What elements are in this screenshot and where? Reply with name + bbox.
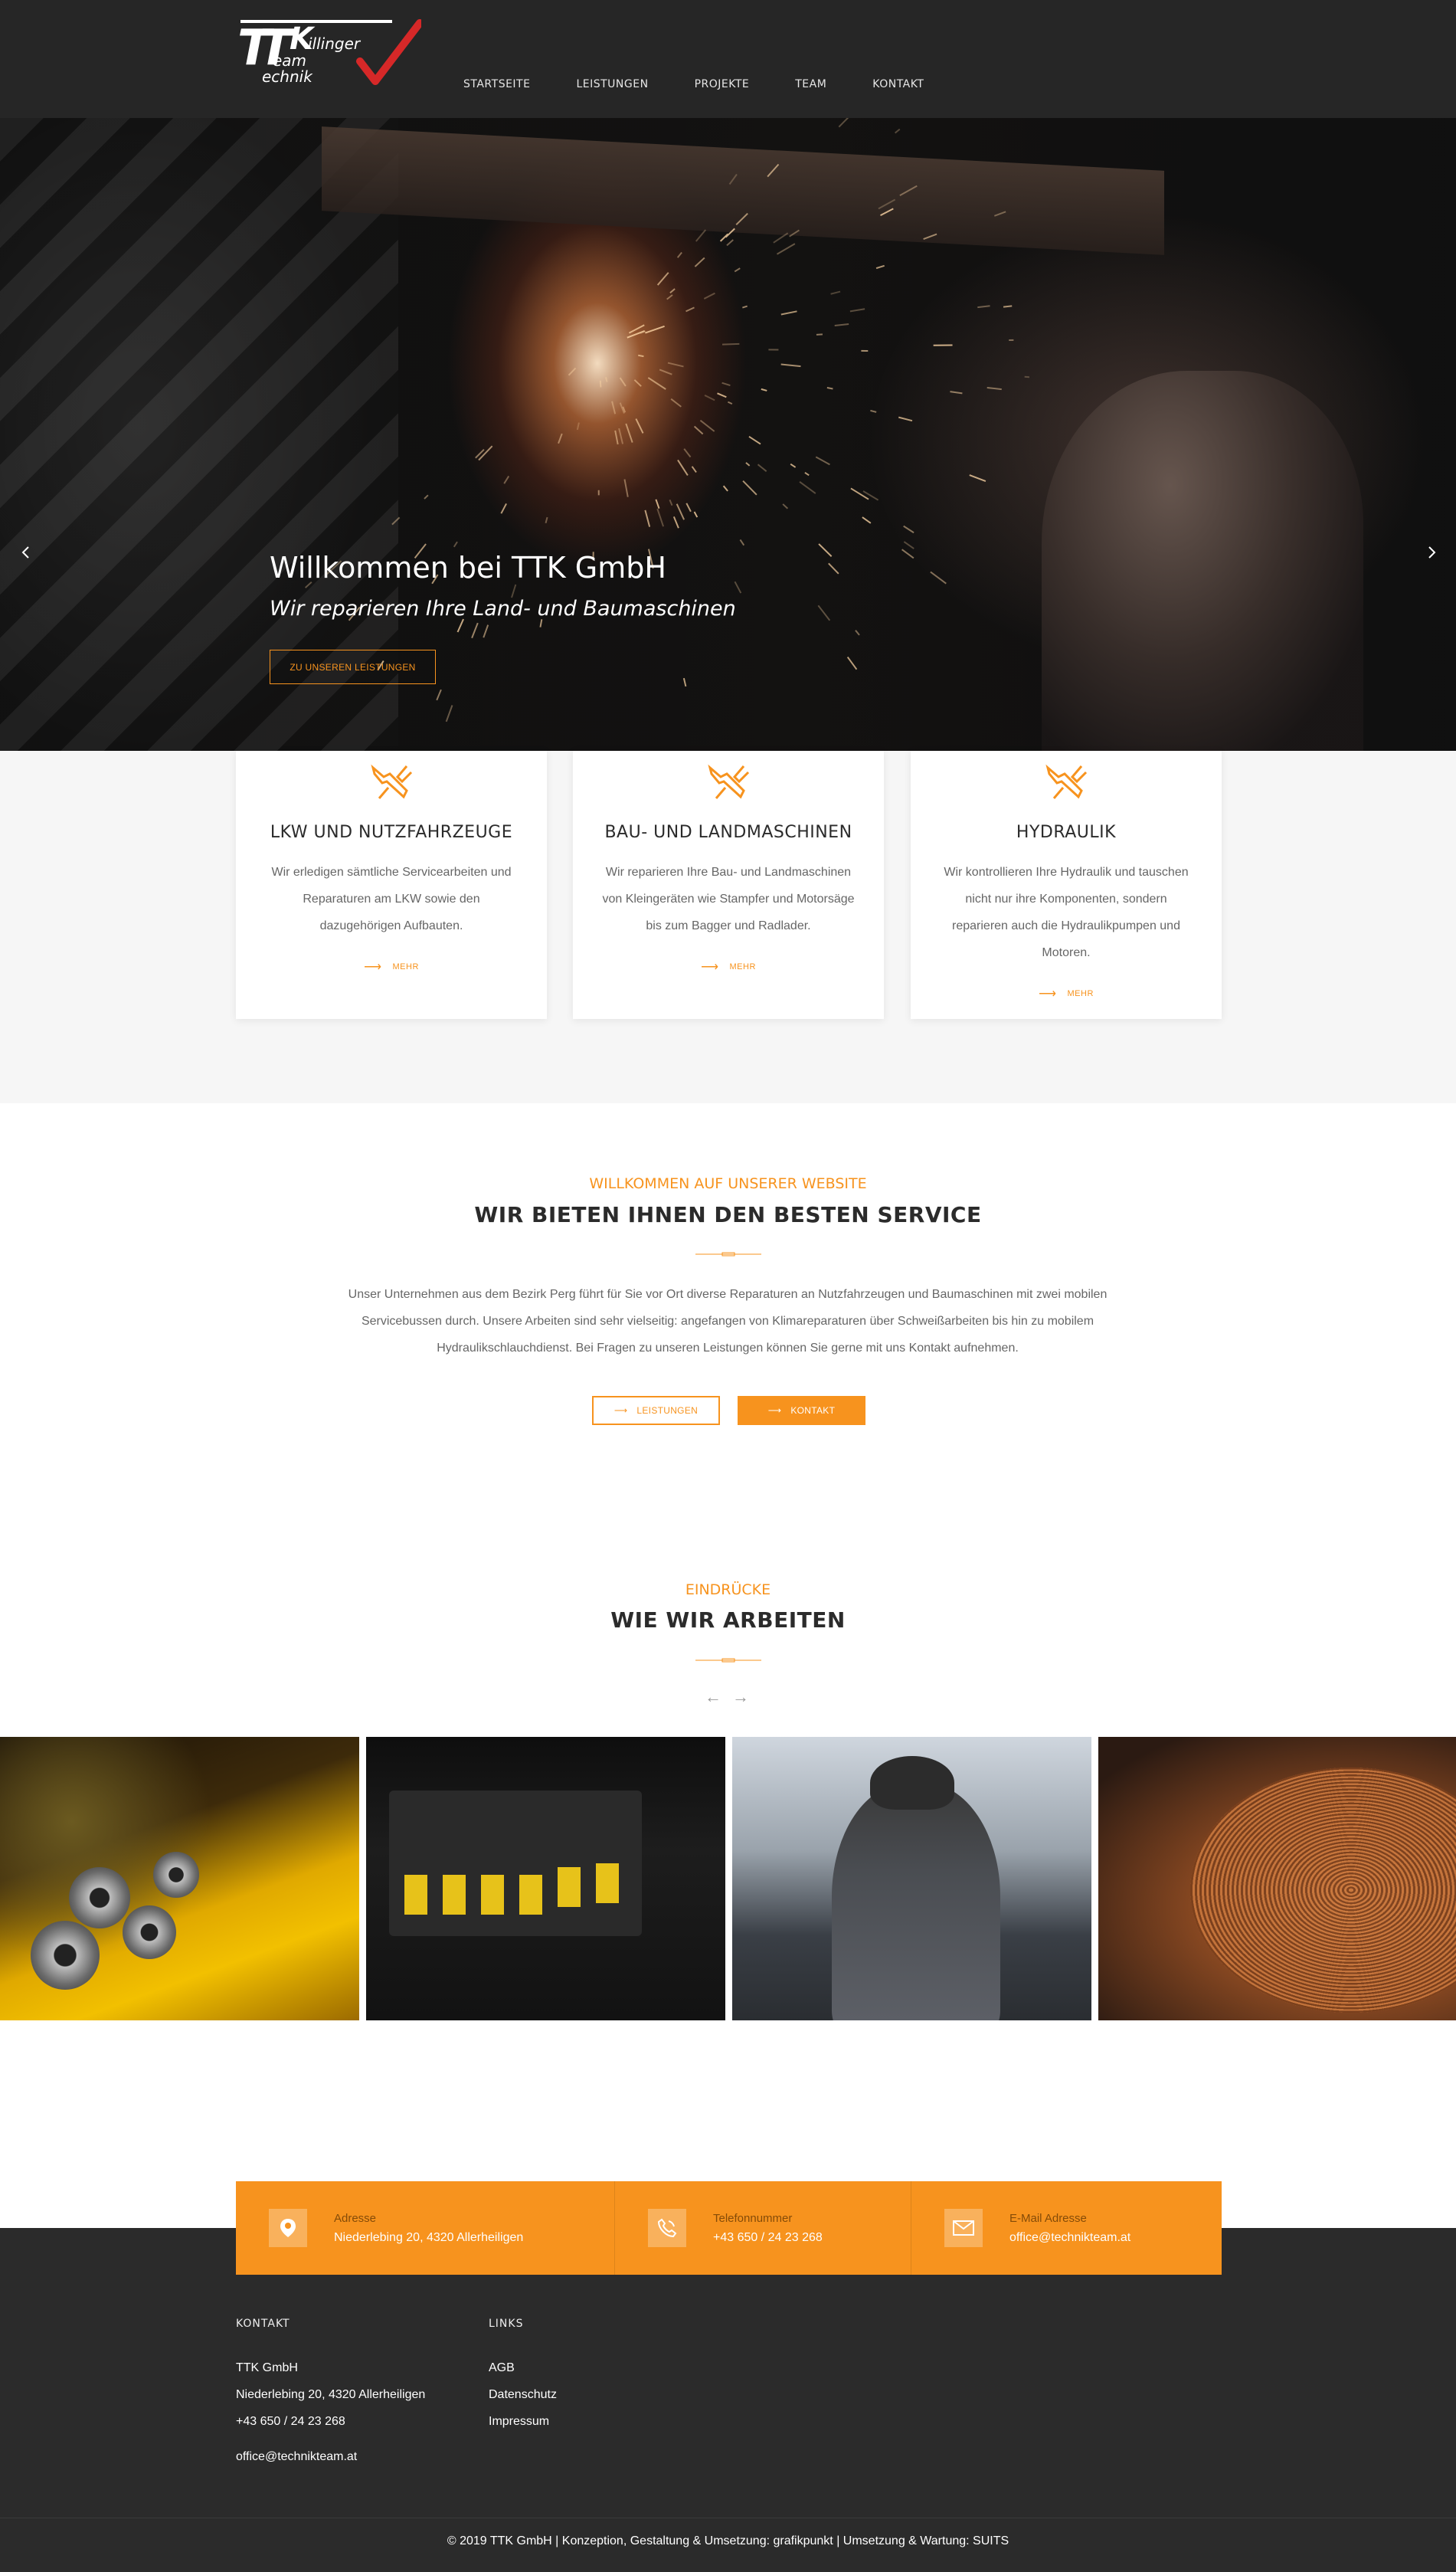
wrench-icon (708, 764, 750, 799)
service-card-lkw: LKW UND NUTZFAHRZEUGE Wir erledigen sämt… (236, 751, 547, 1019)
service-title: BAU- UND LANDMASCHINEN (604, 823, 852, 842)
footer-link-impressum[interactable]: Impressum (489, 2415, 549, 2429)
footer-address: Niederlebing 20, 4320 Allerheiligen (236, 2388, 426, 2401)
contact-value[interactable]: +43 650 / 24 23 268 (713, 2231, 823, 2245)
main-nav: STARTSEITE LEISTUNGEN PROJEKTE TEAM KONT… (463, 78, 970, 90)
footer-phone: +43 650 / 24 23 268 (236, 2415, 345, 2428)
hero-slider: Willkommen bei TTK GmbH Wir reparieren I… (0, 118, 1456, 751)
impressions-title: WIE WIR ARBEITEN (610, 1607, 846, 1633)
nav-leistungen[interactable]: LEISTUNGEN (576, 78, 648, 90)
arrow-right-icon[interactable]: → (732, 1687, 749, 1707)
gallery (0, 1737, 1456, 2020)
hero-subtitle: Wir reparieren Ihre Land- und Baumaschin… (270, 597, 736, 621)
footer-email[interactable]: office@technikteam.at (236, 2450, 357, 2464)
impressions-eyebrow: EINDRÜCKE (685, 1581, 771, 1598)
footer-links-title: LINKS (489, 2318, 524, 2330)
welcome-text: Unser Unternehmen aus dem Bezirk Perg fü… (348, 1288, 1108, 1355)
contact-label: E-Mail Adresse (1009, 2211, 1087, 2225)
gallery-image-mechanic[interactable] (732, 1737, 1091, 2020)
logo[interactable]: T T K illinger eam echnik (237, 17, 424, 90)
contact-value[interactable]: office@technikteam.at (1009, 2231, 1130, 2245)
gallery-image-nuts[interactable] (0, 1737, 359, 2020)
arrow-right-icon: ⟶ (1039, 988, 1057, 1001)
service-more-link[interactable]: ⟶ MEHR (701, 959, 756, 975)
contact-phone: Telefonnummer +43 650 / 24 23 268 (614, 2181, 911, 2275)
contact-label: Adresse (334, 2211, 377, 2225)
logo-graphic: T T K illinger eam echnik (237, 19, 424, 86)
copyright: © 2019 TTK GmbH | Konzeption, Gestaltung… (447, 2534, 1009, 2547)
nav-kontakt[interactable]: KONTAKT (872, 78, 924, 90)
nav-team[interactable]: TEAM (795, 78, 826, 90)
service-text: Wir reparieren Ihre Bau- und Landmaschin… (602, 866, 855, 932)
service-text: Wir kontrollieren Ihre Hydraulik und tau… (944, 866, 1189, 959)
footer-link-datenschutz[interactable]: Datenschutz (489, 2388, 557, 2402)
hero-services-button[interactable]: ZU UNSEREN LEISTUNGEN (270, 650, 436, 684)
service-card-hydraulik: HYDRAULIK Wir kontrollieren Ihre Hydraul… (911, 751, 1222, 1019)
contact-address: Adresse Niederlebing 20, 4320 Allerheili… (236, 2181, 614, 2275)
gallery-image-copper-coil[interactable] (1098, 1737, 1456, 2020)
nav-startseite[interactable]: STARTSEITE (463, 78, 530, 90)
services-button-label: LEISTUNGEN (636, 1405, 699, 1416)
hero-title: Willkommen bei TTK GmbH (270, 551, 666, 585)
service-card-bau: BAU- UND LANDMASCHINEN Wir reparieren Ih… (573, 751, 884, 1019)
wrench-icon (371, 764, 413, 799)
welcome-eyebrow: WILLKOMMEN AUF UNSERER WEBSITE (589, 1175, 867, 1192)
footer-link-agb[interactable]: AGB (489, 2361, 515, 2375)
hero-image-sparks (304, 118, 1030, 722)
nav-projekte[interactable]: PROJEKTE (695, 78, 750, 90)
chevron-right-icon[interactable] (1421, 537, 1444, 568)
footer-kontakt-title: KONTAKT (236, 2318, 290, 2330)
title-divider (695, 1658, 761, 1663)
more-label: MEHR (729, 962, 756, 971)
contact-email: E-Mail Adresse office@technikteam.at (911, 2181, 1222, 2275)
contact-button[interactable]: ⟶ KONTAKT (738, 1396, 865, 1425)
svg-text:echnik: echnik (262, 67, 313, 86)
phone-icon (648, 2209, 686, 2247)
map-pin-icon (269, 2209, 307, 2247)
more-label: MEHR (392, 962, 419, 971)
contact-button-label: KONTAKT (790, 1405, 836, 1416)
service-text: Wir erledigen sämtliche Servicearbeiten … (271, 866, 512, 932)
gallery-controls: ← → (705, 1687, 749, 1707)
contact-value: Niederlebing 20, 4320 Allerheiligen (334, 2230, 524, 2244)
service-title: LKW UND NUTZFAHRZEUGE (270, 823, 513, 842)
gallery-image-control-panel[interactable] (366, 1737, 725, 2020)
arrow-right-icon: ⟶ (613, 1405, 628, 1416)
welcome-title: WIR BIETEN IHNEN DEN BESTEN SERVICE (474, 1202, 982, 1227)
arrow-right-icon: ⟶ (701, 961, 719, 974)
contact-label: Telefonnummer (713, 2211, 793, 2225)
more-label: MEHR (1067, 989, 1094, 998)
service-title: HYDRAULIK (1016, 823, 1117, 842)
services-button[interactable]: ⟶ LEISTUNGEN (592, 1396, 720, 1425)
contact-bar: Adresse Niederlebing 20, 4320 Allerheili… (236, 2181, 1222, 2275)
wrench-icon (1045, 764, 1088, 799)
arrow-left-icon[interactable]: ← (705, 1687, 721, 1707)
arrow-right-icon: ⟶ (364, 961, 382, 974)
site-header: T T K illinger eam echnik STARTSEITE LEI… (0, 0, 1456, 118)
title-divider (695, 1252, 761, 1257)
mail-icon (944, 2209, 983, 2247)
arrow-right-icon: ⟶ (767, 1405, 782, 1416)
svg-text:illinger: illinger (308, 34, 362, 53)
footer-company: TTK GmbH (236, 2361, 298, 2374)
chevron-left-icon[interactable] (14, 537, 37, 568)
site-footer (0, 2228, 1456, 2572)
service-more-link[interactable]: ⟶ MEHR (364, 959, 419, 975)
service-more-link[interactable]: ⟶ MEHR (1039, 986, 1094, 1001)
